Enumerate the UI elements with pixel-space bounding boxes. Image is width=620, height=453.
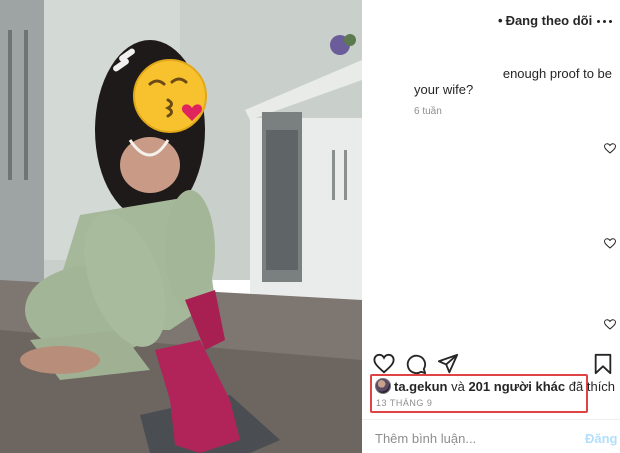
comment-bubble-icon[interactable] [405,353,427,375]
kiss-emoji-sticker [133,59,207,133]
following-status[interactable]: • Đang theo dõi [498,13,592,28]
others-likes-link[interactable]: 201 người khác [468,379,565,394]
add-comment-input[interactable]: Thêm bình luận... [375,431,476,446]
comment-text: enough proof to be your wife? [414,66,614,98]
liker-username[interactable]: ta.gekun [394,379,447,394]
more-options-icon[interactable] [596,12,614,30]
photo-illustration [0,0,362,453]
post-photo[interactable] [0,0,362,453]
comment-like-heart-icon[interactable] [604,319,616,330]
share-paper-plane-icon[interactable] [437,353,459,375]
comment-line-1: enough proof to be [502,66,612,81]
comment-like-heart-icon[interactable] [604,143,616,154]
post-date[interactable]: 13 THÁNG 9 [376,398,432,408]
likes-conjunction: và [451,379,465,394]
following-label: Đang theo dõi [505,13,593,28]
save-bookmark-icon[interactable] [592,353,614,375]
avatar[interactable] [375,378,391,394]
divider [362,419,620,420]
likes-suffix: đã thích [568,379,616,394]
comment-line-2: your wife? [414,82,474,97]
instagram-post-view: • Đang theo dõi enough proof to be your w… [0,0,620,453]
comment-like-heart-icon[interactable] [604,238,616,249]
comment-time[interactable]: 6 tuần [414,106,442,117]
likes-summary: ta.gekun và 201 người khác đã thích [375,378,615,395]
like-heart-icon[interactable] [373,353,395,375]
post-side-panel: • Đang theo dõi enough proof to be your w… [362,0,620,453]
follow-dot: • [498,13,503,28]
post-comment-button[interactable]: Đăng [585,431,618,446]
post-header: • Đang theo dõi [362,0,620,44]
